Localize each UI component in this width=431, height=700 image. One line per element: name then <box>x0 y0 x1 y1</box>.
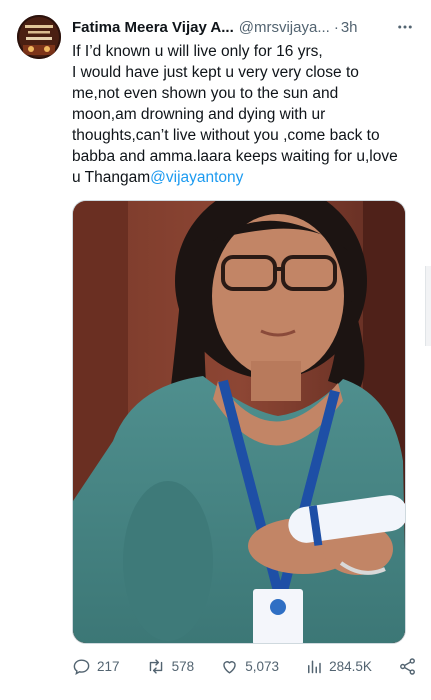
tweet-text: If I’d known u will live only for 16 yrs… <box>72 41 417 188</box>
photo-image <box>73 201 405 643</box>
mention-link[interactable]: @vijayantony <box>150 169 243 186</box>
tweet-line: babba and amma.laara keeps waiting for u… <box>72 148 398 165</box>
tweet-line: I would have just kept u very very close… <box>72 64 359 81</box>
separator: · <box>333 18 339 36</box>
like-button[interactable]: 5,073 <box>220 657 279 676</box>
action-bar: 217 578 5,073 284.5K <box>72 654 417 678</box>
avatar[interactable] <box>17 15 61 59</box>
author-display-name[interactable]: Fatima Meera Vijay A... <box>72 19 234 36</box>
tweet-line: me,not even shown you to the sun and <box>72 85 339 102</box>
author-handle[interactable]: @mrsvijaya... <box>239 19 330 36</box>
share-button[interactable] <box>398 657 417 676</box>
avatar-image <box>17 15 61 59</box>
tweet-line-prefix: u Thangam <box>72 169 151 186</box>
views-button[interactable]: 284.5K <box>305 657 372 676</box>
retweet-button[interactable]: 578 <box>146 657 195 676</box>
tweet-line: moon,am drowning and dying with ur <box>72 106 326 123</box>
tweet-photo[interactable] <box>72 200 406 644</box>
reply-icon <box>73 658 90 675</box>
tweet-line: If I’d known u will live only for 16 yrs… <box>72 43 323 60</box>
tweet-header: Fatima Meera Vijay A... @mrsvijaya... · … <box>72 17 419 37</box>
share-icon <box>400 657 415 675</box>
tweet: Fatima Meera Vijay A... @mrsvijaya... · … <box>0 0 431 700</box>
like-count: 5,073 <box>245 658 280 674</box>
tweet-time[interactable]: 3h <box>341 19 358 36</box>
tweet-line-last: u Thangam@vijayantony <box>72 167 417 188</box>
retweet-count: 578 <box>171 658 195 674</box>
scrollbar[interactable] <box>425 266 431 346</box>
reply-button[interactable]: 217 <box>72 657 120 676</box>
retweet-icon <box>149 658 162 674</box>
views-count: 284.5K <box>329 658 372 674</box>
reply-count: 217 <box>97 658 120 674</box>
more-icon[interactable] <box>395 17 415 37</box>
heart-icon <box>223 660 236 674</box>
views-icon <box>308 660 321 673</box>
tweet-line: thoughts,can’t live without you ,come ba… <box>72 127 380 144</box>
